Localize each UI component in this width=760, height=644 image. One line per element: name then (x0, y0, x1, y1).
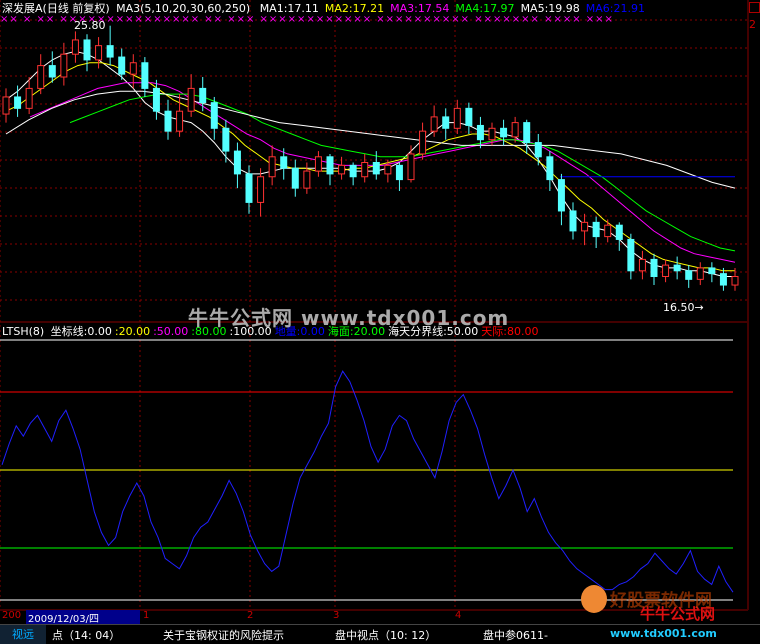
candle-body (442, 116, 450, 129)
candle-body (685, 270, 693, 280)
corner-watermark-bottom: www.tdx001.com (610, 627, 717, 640)
right-price-axis[interactable]: 2 (747, 0, 760, 610)
candle-body (696, 267, 704, 280)
ltsh-indicator-line (1, 370, 734, 593)
candle-body (222, 127, 230, 152)
candle-body (95, 45, 103, 61)
candle-body (569, 210, 577, 232)
low-price-label: 16.50→ (663, 301, 704, 314)
candle-body (37, 65, 45, 89)
candle-body (141, 62, 149, 89)
candle-body (176, 110, 184, 132)
ma-line-2 (5, 62, 735, 272)
corner-watermark-red: 好股票软件网 (610, 591, 712, 611)
candle-body (280, 156, 288, 169)
candle-body (395, 164, 403, 181)
candle-body (210, 102, 218, 129)
candle-body (592, 221, 600, 238)
center-watermark: 牛牛公式网 www.tdx001.com (188, 306, 510, 330)
candle-body (349, 164, 357, 178)
candle-body (291, 167, 299, 189)
candle-body (83, 39, 91, 61)
candle-body (731, 276, 739, 286)
axis-close-box[interactable] (749, 2, 760, 13)
candle-body (245, 173, 253, 203)
candle-body (662, 264, 670, 278)
news-item-1[interactable]: 点（14: 04） (52, 627, 120, 643)
news-item-2[interactable]: 关于宝钢权证的风险提示 (163, 627, 284, 643)
candle-body (48, 65, 56, 78)
news-ticker-bar: 视远 点（14: 04） 关于宝钢权证的风险提示 盘中视点（10: 12） 盘中… (0, 624, 760, 644)
candle-body (557, 179, 565, 212)
candle-body (627, 238, 635, 272)
month-label: 2 (247, 610, 254, 621)
month-label: 4 (455, 610, 462, 621)
candle-body (361, 162, 369, 178)
candle-body (187, 87, 195, 112)
candle-body (673, 264, 681, 272)
candle-body (338, 164, 346, 175)
indicator-legend-item: :50.00 (153, 325, 189, 338)
news-item-3[interactable]: 盘中视点（10: 12） (335, 627, 436, 643)
candle-body (106, 45, 114, 58)
news-tab[interactable]: 视远 (0, 625, 46, 644)
high-price-label: 25.80 (74, 19, 106, 32)
candle-body (604, 224, 612, 238)
candle-body (314, 156, 322, 172)
candle-body (650, 258, 658, 277)
candle-body (523, 122, 531, 144)
moving-average-lines (5, 50, 736, 277)
indicator-name[interactable]: LTSH(8) (2, 325, 44, 338)
candle-body (303, 170, 311, 189)
candle-body (453, 107, 461, 129)
candle-body (233, 150, 241, 175)
candle-body (164, 110, 172, 132)
candle-body (71, 39, 79, 55)
candle-body (372, 162, 380, 175)
year-prefix: 200 (2, 610, 22, 621)
candle-body (581, 221, 589, 232)
candle-body (430, 116, 438, 132)
indicator-legend-item: 坐标线:0.00 (50, 325, 112, 338)
candle-body (14, 96, 22, 109)
candle-body (2, 96, 10, 115)
candle-body (268, 156, 276, 178)
candle-body (152, 87, 160, 112)
candle-body (384, 164, 392, 175)
candle-body (199, 87, 207, 104)
candle-body (488, 127, 496, 141)
news-item-4[interactable]: 盘中参0611- (483, 627, 548, 643)
candle-body (326, 156, 334, 175)
candle-body (257, 176, 265, 203)
candle-body (25, 87, 33, 109)
candle-body (708, 267, 716, 275)
indicator-level-lines (0, 339, 733, 601)
axis-right-label: 2 (749, 18, 756, 31)
ltsh-line (1, 370, 734, 593)
candle-body (546, 156, 554, 181)
candle-body (407, 153, 415, 181)
candle-body (615, 224, 623, 240)
signal-ribbon: ×× × ×× ××××××××××××××× ×× ××× ×××××××××… (0, 14, 614, 25)
cursor-date: 2009/12/03/四 (26, 610, 140, 625)
candle-body (118, 56, 126, 75)
candle-body (60, 53, 68, 78)
cartoon-logo-icon (581, 585, 607, 613)
month-label: 1 (143, 610, 150, 621)
candle-body (534, 142, 542, 158)
candle-body (129, 62, 137, 75)
candle-body (500, 127, 508, 138)
candle-body (638, 258, 646, 272)
indicator-legend-item: :20.00 (114, 325, 151, 338)
ma-line-5 (5, 90, 736, 189)
candle-body (476, 124, 484, 141)
candle-body (511, 122, 519, 138)
candle-body (465, 107, 473, 126)
candle-body (419, 130, 427, 155)
candle-body (719, 273, 727, 286)
ma-line-3 (29, 82, 736, 263)
month-label: 3 (333, 610, 340, 621)
